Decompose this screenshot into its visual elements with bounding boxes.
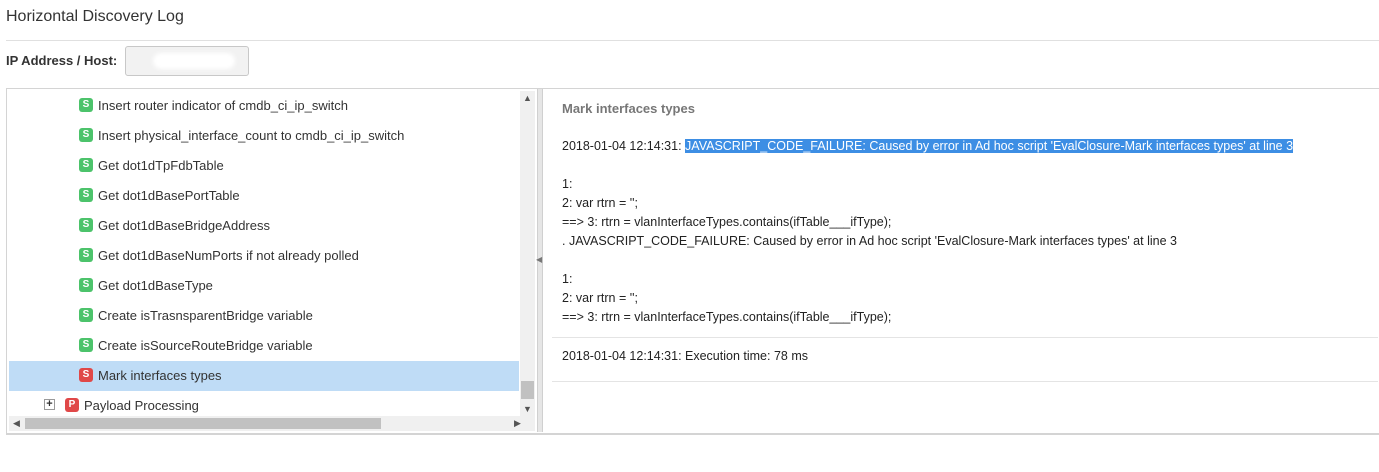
- tree-item-label: Get dot1dBaseType: [98, 278, 213, 293]
- step-tree: S Insert router indicator of cmdb_ci_ip_…: [9, 91, 519, 417]
- tree-item-label: Get dot1dBaseNumPorts if not already pol…: [98, 248, 359, 263]
- log-body: 1: 2: var rtrn = ''; ==> 3: rtrn = vlanI…: [562, 177, 1177, 324]
- success-badge-icon: S: [79, 188, 93, 202]
- success-badge-icon: S: [79, 308, 93, 322]
- tree-item[interactable]: S Create isTrasnsparentBridge variable: [9, 301, 519, 331]
- tree-item[interactable]: S Create isSourceRouteBridge variable: [9, 331, 519, 361]
- tree-item-label: Get dot1dBasePortTable: [98, 188, 240, 203]
- log-divider: [552, 337, 1378, 338]
- chevron-down-icon[interactable]: ▼: [520, 402, 535, 417]
- tree-item[interactable]: S Get dot1dTpFdbTable: [9, 151, 519, 181]
- tree-item[interactable]: S Get dot1dBasePortTable: [9, 181, 519, 211]
- success-badge-icon: S: [79, 248, 93, 262]
- tree-item[interactable]: S Insert router indicator of cmdb_ci_ip_…: [9, 91, 519, 121]
- log-detail-pane: Mark interfaces types 2018-01-04 12:14:3…: [552, 91, 1378, 431]
- success-badge-icon: S: [79, 278, 93, 292]
- tree-item-selected[interactable]: S Mark interfaces types: [9, 361, 519, 391]
- tree-item-label: Get dot1dBaseBridgeAddress: [98, 218, 270, 233]
- expand-plus-icon[interactable]: +: [44, 399, 55, 410]
- log-divider: [552, 381, 1378, 382]
- success-badge-icon: S: [79, 158, 93, 172]
- log-error-selected-text[interactable]: JAVASCRIPT_CODE_FAILURE: Caused by error…: [685, 139, 1294, 153]
- discovery-log-panel: S Insert router indicator of cmdb_ci_ip_…: [6, 88, 1379, 435]
- scrollbar-thumb[interactable]: [25, 418, 381, 429]
- log-timestamp: 2018-01-04 12:14:31:: [562, 139, 686, 153]
- page-title: Horizontal Discovery Log: [6, 8, 184, 25]
- chevron-right-icon[interactable]: ▶: [510, 416, 525, 431]
- tree-vertical-scrollbar[interactable]: ▲ ▼: [520, 91, 535, 417]
- execution-time: 2018-01-04 12:14:31: Execution time: 78 …: [562, 349, 808, 363]
- ip-host-label: IP Address / Host:: [6, 53, 118, 68]
- collapse-left-icon[interactable]: ◀: [536, 255, 544, 265]
- scrollbar-thumb[interactable]: [521, 381, 534, 399]
- tree-item-label: Create isSourceRouteBridge variable: [98, 338, 313, 353]
- success-badge-icon: S: [79, 128, 93, 142]
- error-badge-icon: S: [79, 368, 93, 382]
- tree-item-label: Get dot1dTpFdbTable: [98, 158, 224, 173]
- log-entry: 2018-01-04 12:14:31: JAVASCRIPT_CODE_FAI…: [562, 137, 1372, 327]
- tree-horizontal-scrollbar[interactable]: ◀ ▶: [9, 416, 535, 431]
- title-divider: [6, 40, 1379, 41]
- tree-item-label: Mark interfaces types: [98, 368, 222, 383]
- tree-item-label: Create isTrasnsparentBridge variable: [98, 308, 313, 323]
- success-badge-icon: S: [79, 218, 93, 232]
- tree-item[interactable]: S Get dot1dBaseNumPorts if not already p…: [9, 241, 519, 271]
- chevron-left-icon[interactable]: ◀: [9, 416, 24, 431]
- tree-item-label: Payload Processing: [84, 398, 199, 413]
- chevron-up-icon[interactable]: ▲: [520, 91, 535, 106]
- success-badge-icon: S: [79, 338, 93, 352]
- tree-item[interactable]: S Insert physical_interface_count to cmd…: [9, 121, 519, 151]
- detail-title: Mark interfaces types: [562, 101, 695, 116]
- redacted-ip-value: [153, 53, 235, 69]
- tree-item[interactable]: S Get dot1dBaseBridgeAddress: [9, 211, 519, 241]
- payload-badge-icon: P: [65, 398, 79, 412]
- tree-item-label: Insert physical_interface_count to cmdb_…: [98, 128, 405, 143]
- tree-item[interactable]: S Get dot1dBaseType: [9, 271, 519, 301]
- tree-item-label: Insert router indicator of cmdb_ci_ip_sw…: [98, 98, 349, 113]
- success-badge-icon: S: [79, 98, 93, 112]
- tree-item-payload[interactable]: + P Payload Processing: [9, 391, 519, 417]
